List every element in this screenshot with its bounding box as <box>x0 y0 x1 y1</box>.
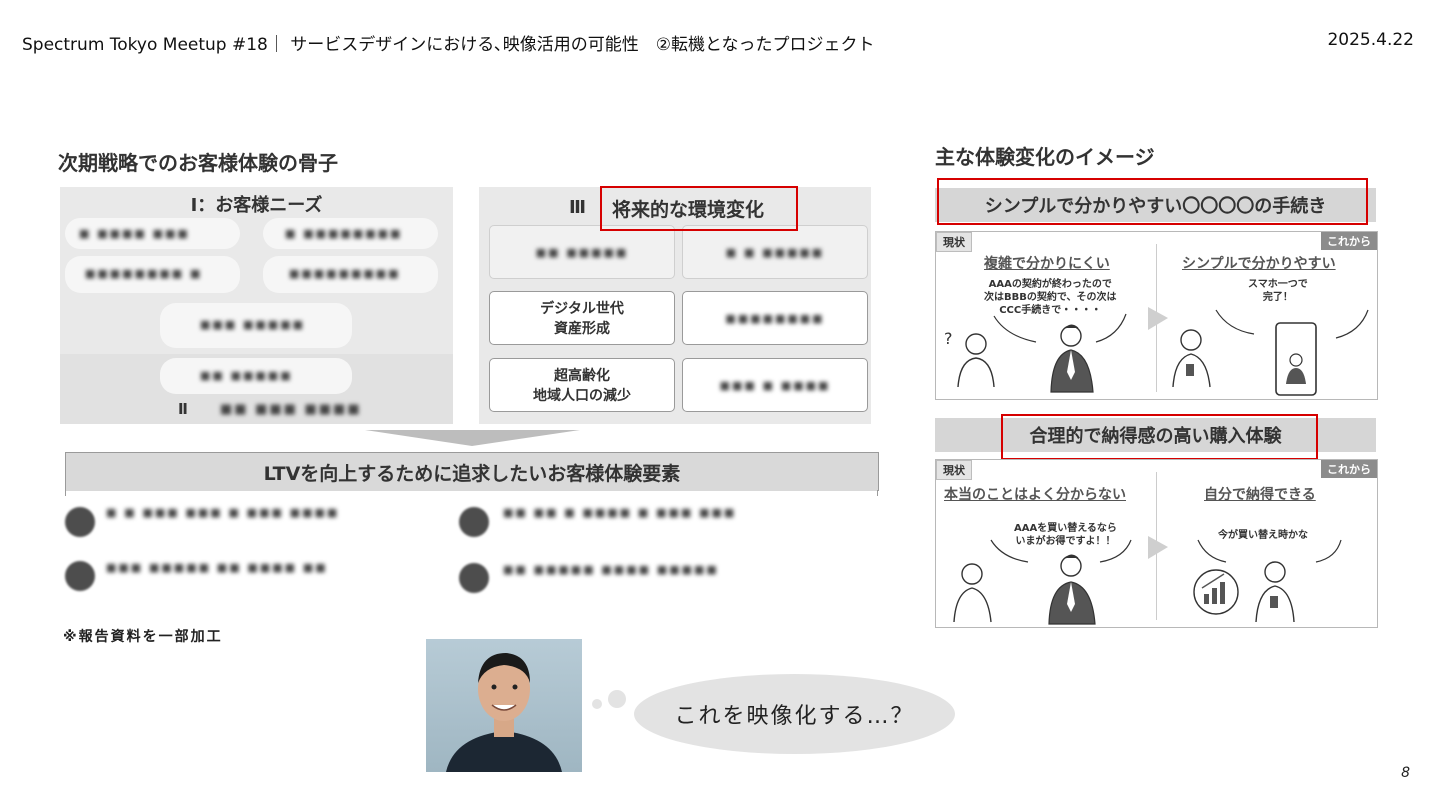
down-arrow-icon <box>365 430 580 446</box>
element-text: ■■ ■■ ■ ■■■■ ■ ■■■ ■■■ <box>503 506 737 519</box>
thought-dot <box>608 690 626 708</box>
slide-header-title: Spectrum Tokyo Meetup #18｜ サービスデザインにおける､… <box>22 35 875 55</box>
env-item-digital-generation: デジタル世代 資産形成 <box>489 291 675 345</box>
svg-text:?: ? <box>944 329 953 348</box>
env-item: ■■■ ■ ■■■■ <box>682 358 868 412</box>
panel-iii-prefix: Ⅲ <box>569 197 587 218</box>
card1-illustration: ? <box>944 307 1369 396</box>
thought-dot <box>592 699 602 709</box>
highlight-frame-environment <box>600 186 798 231</box>
element-number-icon <box>459 507 489 537</box>
tag-current: 現状 <box>936 232 972 252</box>
page-number: 8 <box>1401 765 1410 781</box>
card2-right-title: 自分で納得できる <box>1204 487 1316 503</box>
experience-card-procedure: 現状 これから 複雑で分かりにくい シンプルで分かりやすい AAAの契約が終わっ… <box>935 231 1378 400</box>
experience-card-purchase: 現状 これから 本当のことはよく分からない 自分で納得できる AAAを買い替える… <box>935 459 1378 628</box>
element-text: ■■■ ■■■■■ ■■ ■■■■ ■■ <box>106 561 328 574</box>
thought-bubble: これを映像化する…？ <box>634 674 955 754</box>
note-text: ※報告資料を一部加工 <box>63 629 223 645</box>
panel-ii-area: ■■ ■■■■■ Ⅱ ■■ ■■■ ■■■■ <box>60 354 453 424</box>
element-number-icon <box>65 507 95 537</box>
card1-left-title: 複雑で分かりにくい <box>984 256 1110 272</box>
env-item: ■■ ■■■■■ <box>489 225 675 279</box>
left-section-title: 次期戦略でのお客様体験の骨子 <box>58 151 338 175</box>
element-text: ■■ ■■■■■ ■■■■ ■■■■■ <box>503 563 719 576</box>
panel-ii-label: ■■ ■■■ ■■■■ <box>220 402 362 417</box>
slide-date: 2025.4.22 <box>1327 30 1414 50</box>
needs-item: ■■■■■■■■ ■ <box>65 256 240 293</box>
ltv-banner: LTVを向上するために追求したいお客様体験要素 <box>65 452 879 491</box>
panel-customer-needs: Ⅰ：お客様ニーズ ■ ■■■■ ■■■ ■ ■■■■■■■■ ■■■■■■■■ … <box>60 187 453 424</box>
env-item: ■ ■ ■■■■■ <box>682 225 868 279</box>
card1-right-title: シンプルで分かりやすい <box>1182 256 1336 272</box>
needs-item: ■ ■■■■■■■■ <box>263 218 438 249</box>
element-text: ■ ■ ■■■ ■■■ ■ ■■■ ■■■■ <box>106 506 340 519</box>
speaker-photo <box>426 639 582 772</box>
needs-item: ■■■ ■■■■■ <box>160 303 352 348</box>
highlight-frame-card1 <box>937 178 1368 225</box>
highlight-frame-card2 <box>1001 414 1318 460</box>
needs-item: ■ ■■■■ ■■■ <box>65 218 240 249</box>
right-section-title: 主な体験変化のイメージ <box>935 145 1155 169</box>
tag-future: これから <box>1321 232 1377 250</box>
env-item-super-aging: 超高齢化 地域人口の減少 <box>489 358 675 412</box>
card2-illustration <box>953 536 1342 625</box>
element-number-icon <box>459 563 489 593</box>
panel-ii-label-prefix: Ⅱ <box>178 400 188 418</box>
needs-item: ■■ ■■■■■ <box>160 358 352 394</box>
card2-left-title: 本当のことはよく分からない <box>944 487 1126 503</box>
needs-item: ■■■■■■■■■ <box>263 256 438 293</box>
tag-current: 現状 <box>936 460 972 480</box>
element-number-icon <box>65 561 95 591</box>
tag-future: これから <box>1321 460 1377 478</box>
env-item: ■■■■■■■■ <box>682 291 868 345</box>
panel-customer-needs-title: Ⅰ：お客様ニーズ <box>190 195 323 216</box>
